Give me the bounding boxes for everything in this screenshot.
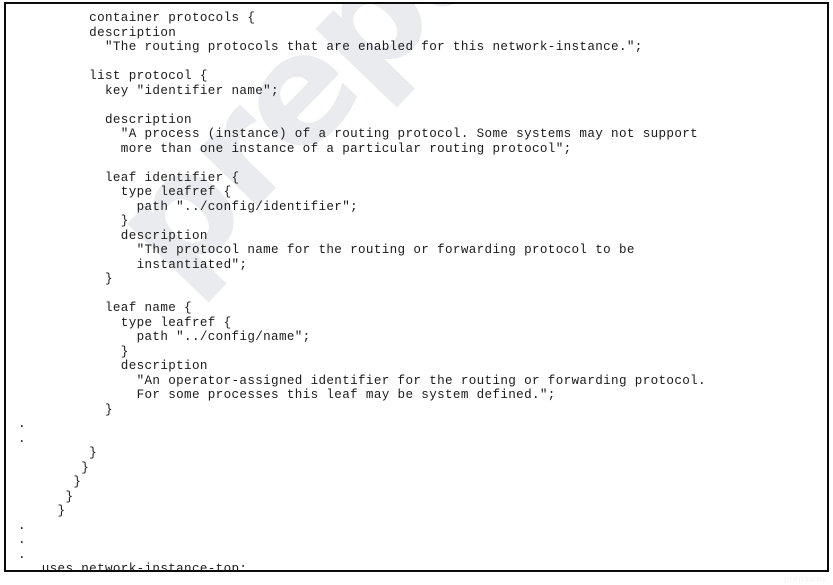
code-line: For some processes this leaf may be syst… [18,388,556,402]
code-line: container protocols { [18,11,256,25]
code-line: . [18,431,26,446]
code-line: } [18,214,129,228]
code-line: "An operator-assigned identifier for the… [18,373,706,388]
code-line: description [18,359,208,373]
code-line: path "../config/name"; [18,330,311,344]
code-line: uses network-instance-top; [18,562,248,572]
code-line: } [18,504,66,518]
code-line: } [18,344,129,359]
code-line: leaf name { [18,301,192,315]
code-line: description [18,112,192,127]
code-line: "A process (instance) of a routing proto… [18,127,699,141]
code-line: . [18,547,26,562]
code-listing: container protocols { description "The r… [6,4,827,572]
code-frame: prepaway container protocols { descripti… [4,2,829,572]
code-line: path "../config/identifier"; [18,199,359,214]
code-line: description [18,25,177,40]
code-line: type leafref { [18,315,232,330]
code-line: more than one instance of a particular r… [18,141,572,156]
code-line: } [18,460,90,475]
code-line: . [18,533,26,547]
code-line: key "identifier name"; [18,83,279,98]
code-line: instantiated"; [18,257,248,272]
code-line: "The routing protocols that are enabled … [18,40,643,54]
code-line: "The protocol name for the routing or fo… [18,243,635,257]
code-line: . [18,518,26,533]
code-line: type leafref { [18,185,232,199]
code-line: } [18,402,113,417]
code-line: leaf identifier { [18,170,240,185]
code-line: } [18,475,82,489]
code-line: description [18,228,208,243]
screenshot-root: prepaway container protocols { descripti… [0,0,833,585]
code-line: } [18,272,113,286]
code-line: } [18,489,74,504]
code-line: list protocol { [18,69,208,83]
footer-watermark-text: prepaway [783,574,827,584]
code-line: . [18,417,26,431]
code-line: } [18,446,98,460]
